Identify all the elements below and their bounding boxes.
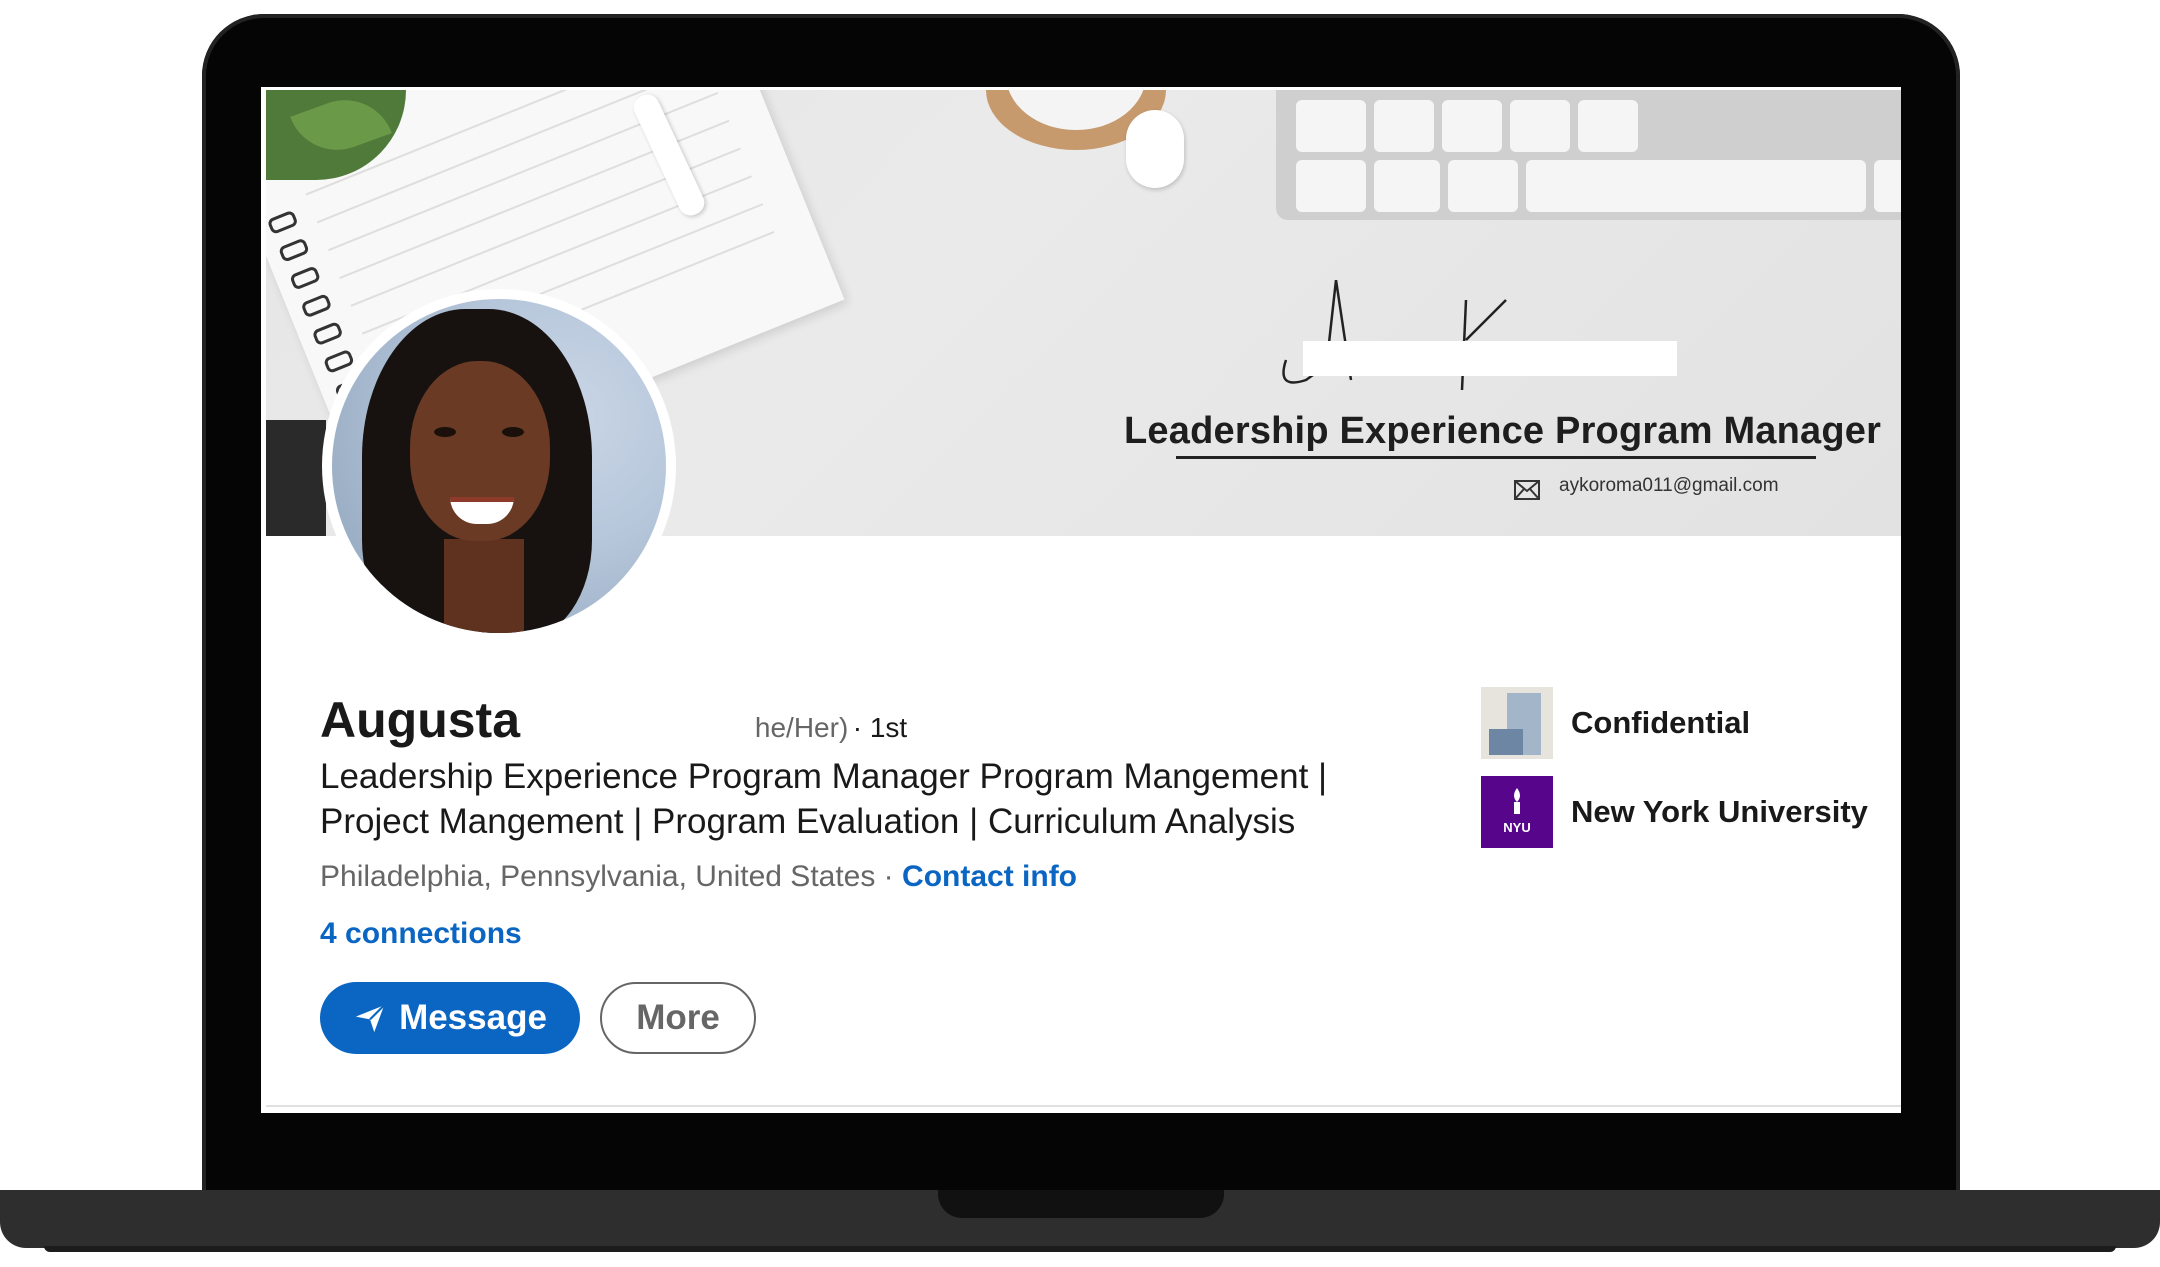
education-label: New York University — [1571, 794, 1868, 829]
message-button-label: Message — [399, 998, 547, 1037]
contact-info-link[interactable]: Contact info — [902, 860, 1077, 893]
message-button[interactable]: Message — [320, 982, 580, 1054]
location-row: Philadelphia, Pennsylvania, United State… — [320, 860, 1077, 894]
experience-item-confidential[interactable]: Confidential — [1481, 687, 1750, 759]
laptop-notch — [938, 1190, 1224, 1218]
location: Philadelphia, Pennsylvania, United State… — [320, 860, 894, 893]
more-button[interactable]: More — [600, 982, 756, 1054]
experience-label: Confidential — [1571, 705, 1751, 740]
profile-card: Leadership Experience Program Manager ay… — [261, 87, 1901, 1113]
connection-degree: · 1st — [852, 712, 908, 743]
experience-item-nyu[interactable]: NYU New York University — [1481, 776, 1868, 848]
banner-underline — [1176, 456, 1816, 459]
pronouns: he/Her) — [754, 712, 849, 743]
envelope-icon — [1514, 480, 1540, 500]
banner-keyboard — [1276, 90, 1901, 220]
signature-graphic — [1282, 280, 1507, 391]
name-row: Augusta he/Her) · 1st — [320, 691, 907, 756]
torch-icon — [1514, 788, 1520, 814]
card-bottom-border — [266, 1105, 1901, 1107]
company-logo — [1481, 687, 1553, 759]
banner-email: aykoroma011@gmail.com — [1559, 475, 1779, 496]
profile-headline: Leadership Experience Program Manager Pr… — [320, 757, 1328, 841]
banner-mug — [1126, 110, 1184, 188]
connections-link[interactable]: 4 connections — [320, 917, 522, 951]
profile-photo — [332, 299, 666, 633]
profile-name: Augusta — [320, 692, 520, 748]
send-icon — [355, 1004, 385, 1033]
laptop-base-shadow — [44, 1246, 2116, 1252]
nyu-logo: NYU — [1481, 776, 1553, 848]
name-redaction — [524, 709, 745, 756]
avatar[interactable] — [322, 289, 676, 643]
banner-title: Leadership Experience Program Manager — [1124, 410, 1882, 452]
more-button-label: More — [636, 998, 720, 1037]
redaction-box — [1303, 341, 1677, 376]
